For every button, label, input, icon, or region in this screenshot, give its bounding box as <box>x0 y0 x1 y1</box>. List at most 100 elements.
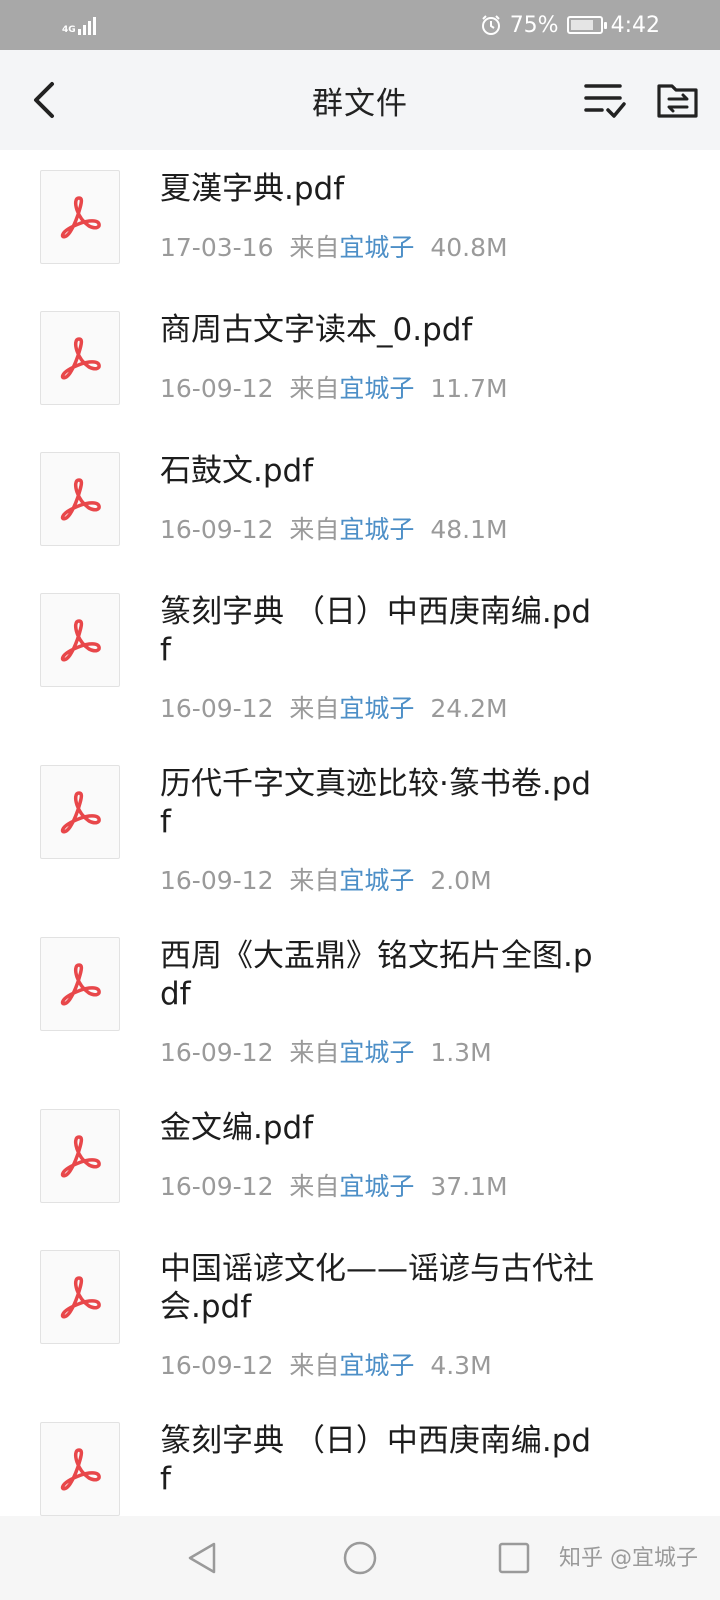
from-label: 来自 <box>289 1172 340 1201</box>
file-thumbnail <box>40 170 120 264</box>
file-size: 2.0M <box>430 866 492 895</box>
file-meta: 16-09-12 来自宜城子 48.1M <box>160 510 508 546</box>
from-label: 来自 <box>289 233 340 262</box>
home-circle-icon <box>343 1541 377 1575</box>
file-name: 石鼓文.pdf <box>160 453 314 489</box>
file-name: 商周古文字读本_0.pdf <box>160 312 473 348</box>
file-thumbnail <box>40 452 120 546</box>
file-size: 1.3M <box>430 1038 492 1067</box>
back-button[interactable] <box>26 80 66 120</box>
file-date: 16-09-12 <box>160 1172 274 1201</box>
file-row[interactable]: 石鼓文.pdf 16-09-12 来自宜城子 48.1M <box>0 432 720 573</box>
pdf-icon <box>60 1276 101 1319</box>
app-header: 群文件 <box>0 50 720 150</box>
battery-icon <box>566 16 607 34</box>
file-meta: 17-03-16 来自宜城子 40.8M <box>160 228 508 264</box>
pdf-icon <box>60 478 101 521</box>
pdf-icon <box>60 1448 101 1491</box>
file-thumbnail <box>40 765 120 859</box>
file-row[interactable]: 中国谣谚文化——谣谚与古代社会.pdf 16-09-12 来自宜城子 4.3M <box>0 1230 720 1402</box>
pdf-icon <box>60 963 101 1006</box>
file-meta: 16-09-12 来自宜城子 24.2M <box>160 689 508 725</box>
file-meta: 16-09-12 来自宜城子 2.0M <box>160 861 492 897</box>
from-label: 来自 <box>289 1351 340 1380</box>
file-thumbnail <box>40 937 120 1031</box>
file-name: 篆刻字典 （日）中西庚南编.pdf <box>160 594 592 668</box>
recents-square-icon <box>498 1542 530 1574</box>
file-thumbnail <box>40 1109 120 1203</box>
file-date: 17-03-16 <box>160 233 274 262</box>
pdf-icon <box>60 619 101 662</box>
multi-select-icon <box>584 84 626 118</box>
file-size: 48.1M <box>430 515 508 544</box>
signal-icon <box>77 15 96 35</box>
status-bar: 4G 75% 4:42 <box>0 0 720 50</box>
file-name: 篆刻字典 （日）中西庚南编.pdf <box>160 1423 592 1497</box>
back-arrow-icon <box>34 82 54 118</box>
file-size: 4.3M <box>430 1351 492 1380</box>
file-thumbnail <box>40 593 120 687</box>
from-label: 来自 <box>289 515 340 544</box>
nav-home-button[interactable] <box>342 1540 378 1580</box>
signal-indicator: 4G <box>62 15 96 35</box>
file-date: 16-09-12 <box>160 515 274 544</box>
from-label: 来自 <box>289 374 340 403</box>
file-sender[interactable]: 宜城子 <box>339 233 414 262</box>
file-name: 金文编.pdf <box>160 1110 314 1146</box>
back-triangle-icon <box>188 1542 216 1574</box>
file-thumbnail <box>40 1422 120 1516</box>
file-meta: 16-09-12 来自宜城子 4.3M <box>160 1346 492 1382</box>
file-date: 16-09-12 <box>160 374 274 403</box>
file-list[interactable]: 夏漢字典.pdf 17-03-16 来自宜城子 40.8M 商周古文字读本_0.pd… <box>0 150 720 1516</box>
file-row[interactable]: 夏漢字典.pdf 17-03-16 来自宜城子 40.8M <box>0 150 720 291</box>
file-date: 16-09-12 <box>160 866 274 895</box>
file-name: 中国谣谚文化——谣谚与古代社会.pdf <box>160 1251 594 1325</box>
file-row[interactable]: 商周古文字读本_0.pdf 16-09-12 来自宜城子 11.7M <box>0 291 720 432</box>
file-row[interactable]: 篆刻字典 （日）中西庚南编.pdf <box>0 1402 720 1516</box>
navigation-bar: 知乎 @宜城子 <box>0 1516 720 1600</box>
nav-back-button[interactable] <box>184 1540 220 1580</box>
watermark: 知乎 @宜城子 <box>559 1546 698 1571</box>
file-sender[interactable]: 宜城子 <box>339 1172 414 1201</box>
file-sender[interactable]: 宜城子 <box>339 515 414 544</box>
file-sender[interactable]: 宜城子 <box>339 1038 414 1067</box>
file-size: 24.2M <box>430 694 508 723</box>
nav-recents-button[interactable] <box>496 1540 532 1580</box>
pdf-icon <box>60 1135 101 1178</box>
file-name: 历代千字文真迹比较·篆书卷.pdf <box>160 766 592 840</box>
pdf-icon <box>60 196 101 239</box>
file-meta: 16-09-12 来自宜城子 37.1M <box>160 1167 508 1203</box>
from-label: 来自 <box>289 1038 340 1067</box>
pdf-icon <box>60 337 101 380</box>
file-row[interactable]: 西周《大盂鼎》铭文拓片全图.pdf 16-09-12 来自宜城子 1.3M <box>0 917 720 1089</box>
file-sender[interactable]: 宜城子 <box>339 866 414 895</box>
file-meta: 16-09-12 来自宜城子 1.3M <box>160 1033 492 1069</box>
file-date: 16-09-12 <box>160 1038 274 1067</box>
network-type: 4G <box>62 25 76 35</box>
file-size: 11.7M <box>430 374 508 403</box>
file-sender[interactable]: 宜城子 <box>339 1351 414 1380</box>
file-thumbnail <box>40 1250 120 1344</box>
file-date: 16-09-12 <box>160 694 274 723</box>
file-meta: 16-09-12 来自宜城子 11.7M <box>160 369 508 405</box>
file-size: 40.8M <box>430 233 508 262</box>
folder-transfer-icon <box>657 84 698 118</box>
status-right: 75% 4:42 <box>480 13 660 38</box>
file-sender[interactable]: 宜城子 <box>339 694 414 723</box>
file-sender[interactable]: 宜城子 <box>339 374 414 403</box>
from-label: 来自 <box>289 866 340 895</box>
alarm-icon <box>481 15 500 35</box>
file-date: 16-09-12 <box>160 1351 274 1380</box>
file-row[interactable]: 篆刻字典 （日）中西庚南编.pdf 16-09-12 来自宜城子 24.2M <box>0 573 720 745</box>
clock: 4:42 <box>610 12 660 38</box>
pdf-icon <box>60 791 101 834</box>
battery-percent: 75% <box>509 12 559 38</box>
file-name: 夏漢字典.pdf <box>160 171 345 207</box>
file-size: 37.1M <box>430 1172 508 1201</box>
file-thumbnail <box>40 311 120 405</box>
from-label: 来自 <box>289 694 340 723</box>
file-row[interactable]: 金文编.pdf 16-09-12 来自宜城子 37.1M <box>0 1089 720 1230</box>
folder-transfer-button[interactable] <box>656 80 700 120</box>
multi-select-button[interactable] <box>582 78 628 122</box>
file-row[interactable]: 历代千字文真迹比较·篆书卷.pdf 16-09-12 来自宜城子 2.0M <box>0 745 720 917</box>
